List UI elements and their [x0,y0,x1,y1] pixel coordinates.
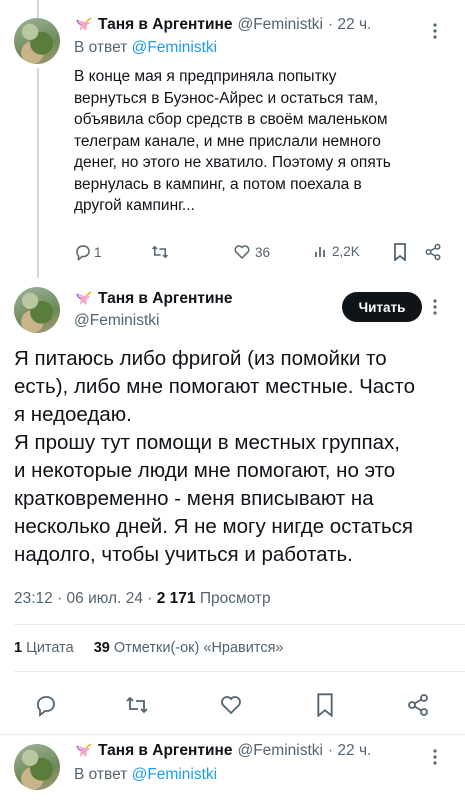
text-line: телеграм канале, и мне прислали немного [74,132,381,150]
divider [14,624,465,625]
author-name[interactable]: Таня в Аргентине [98,290,232,308]
bar-chart-icon [315,247,325,257]
divider [14,671,465,672]
reply-button[interactable] [34,693,58,717]
quotes-label: Цитата [22,640,74,656]
main-tweet-header: Таня в Аргентине [74,290,232,308]
reply-to: В ответ @Feministki [74,39,217,57]
main-tweet-text: Я питаюсь либо фригой (из помойки то ест… [14,345,459,569]
retweet-icon [126,696,148,714]
tweet-meta: 23:12 · 06 июл. 24 · 2 171 Просмотр [14,590,271,608]
tweet-header: Таня в Аргентине @Feministki · 22 ч. [74,16,371,34]
share-icon [425,243,441,261]
unicorn-icon [76,291,92,305]
thread-line [37,68,39,278]
quotes-link[interactable]: 1 Цитата [14,640,74,656]
retweet-button[interactable] [150,243,170,261]
text-line: вернулась в кампинг, а потом поехала в [74,175,362,193]
tweet-text: В конце мая я предприняла попытку вернут… [74,66,454,217]
share-button[interactable] [406,693,430,717]
retweet-button[interactable] [124,693,150,717]
text-line: несколько дней. Я не могу нигде остаться [14,515,413,538]
author-handle[interactable]: @Feministki [237,742,323,760]
avatar[interactable] [14,18,60,64]
more-dots-icon[interactable] [432,298,438,316]
reply-icon [37,696,55,717]
author-handle[interactable]: @Feministki [237,16,323,34]
share-icon [408,694,428,716]
avatar[interactable] [14,287,60,333]
text-line: есть), либо мне помогают местные. Часто [14,375,415,398]
bookmark-button[interactable] [315,693,335,717]
heart-icon [234,245,250,260]
quotes-count: 1 [14,640,23,656]
views-label: Просмотр [195,590,271,607]
text-line: Я питаюсь либо фригой (из помойки то [14,347,387,370]
like-count: 36 [255,244,271,260]
likes-count: 39 [93,640,110,656]
reply-icon [76,245,90,261]
tweet-stats: 1 Цитата 39 Отметки(-ок) «Нравится» [14,640,284,656]
more-dots-icon[interactable] [432,22,438,40]
text-line: Я прошу тут помощи в местных группах, [14,431,400,454]
author-name[interactable]: Таня в Аргентине [98,16,232,34]
views-button[interactable]: 2,2K [313,243,360,259]
reply-to-link[interactable]: @Feministki [132,39,218,56]
unicorn-icon [76,17,92,31]
text-line: денег, но этого не хватило. Поэтому я оп… [74,154,391,171]
share-button[interactable] [424,243,442,261]
bookmark-button[interactable] [393,243,407,261]
text-line: и некоторые люди мне помогают, но это [14,459,396,482]
reply-prefix: В ответ [74,39,128,56]
like-button[interactable]: 36 [233,243,270,261]
text-line: надолго, чтобы учиться и работать. [14,543,353,566]
reply-count: 1 [94,244,102,260]
text-line: объявила сбор средств в своём маленьком [74,111,388,128]
unicorn-icon [76,743,92,757]
text-line: кратковременно - меня вписывают на [14,487,374,510]
view-count: 2,2K [332,243,360,259]
thread-line-top [37,0,39,20]
reply-to: В ответ @Feministki [74,766,217,784]
text-line: вернуться в Буэнос-Айрес и остаться там, [74,89,379,107]
heart-icon [221,696,241,715]
like-button[interactable] [219,693,243,717]
likes-link[interactable]: 39 Отметки(-ок) «Нравится» [94,640,284,656]
likes-label: Отметки(-ок) «Нравится» [109,640,284,656]
retweet-icon [151,245,169,259]
author-name[interactable]: Таня в Аргентине [98,742,232,760]
tweet-header: Таня в Аргентине @Feministki · 22 ч. [74,742,371,760]
tweet-time[interactable]: · 22 ч. [328,16,371,34]
timestamp[interactable]: 23:12 · 06 июл. 24 · [14,590,157,607]
avatar[interactable] [14,744,60,790]
views-count: 2 171 [156,590,196,607]
text-line: В конце мая я предприняла попытку [74,68,337,85]
text-line: другой кампинг... [74,197,195,214]
bookmark-icon [394,243,406,261]
divider [0,734,465,735]
author-handle[interactable]: @Feministki [74,312,160,330]
tweet-time[interactable]: · 22 ч. [328,742,371,760]
text-line: я недоедаю. [14,403,132,426]
reply-prefix: В ответ [74,766,128,783]
reply-button[interactable]: 1 [74,243,102,261]
more-dots-icon[interactable] [432,748,438,766]
follow-button[interactable]: Читать [342,292,422,322]
reply-to-link[interactable]: @Feministki [132,766,218,783]
bookmark-icon [317,693,333,717]
